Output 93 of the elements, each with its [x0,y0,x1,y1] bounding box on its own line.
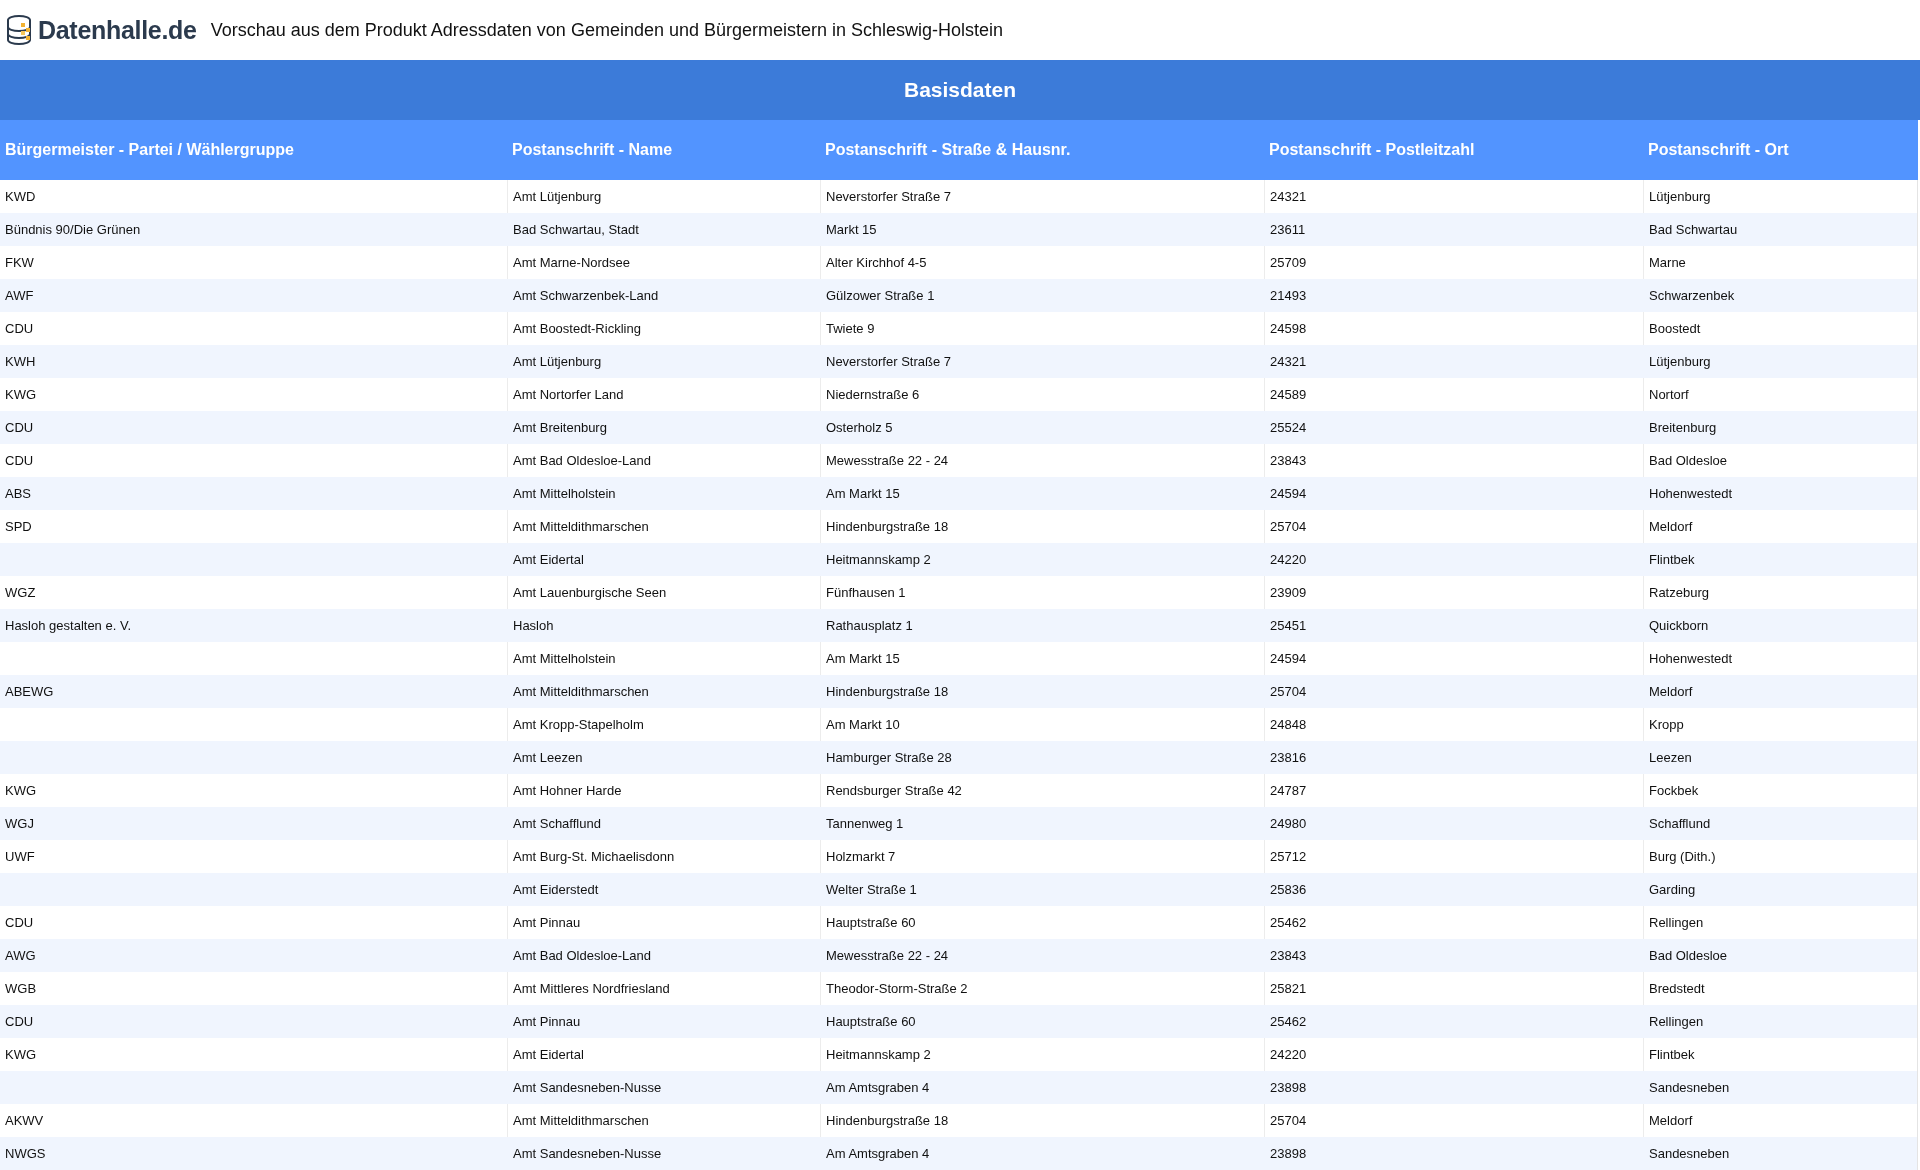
table-cell-text: AWF [4,287,35,305]
table-cell-text: 24220 [1269,551,1308,569]
table-cell-text: Mewesstraße 22 - 24 [825,947,950,965]
table-cell-text: CDU [4,419,35,437]
table-cell-text: 23898 [1269,1145,1308,1163]
table-cell-text: 25451 [1269,617,1308,635]
table-cell-text: Amt Pinnau [512,1013,582,1031]
table-cell-text: 25704 [1269,683,1308,701]
table-cell-text: Hamburger Straße 28 [825,749,953,767]
table-cell-text: Garding [1648,881,1697,899]
table-cell-text: Bündnis 90/Die Grünen [4,221,142,239]
table-cell-text: AKWV [4,1112,45,1130]
table-cell-text: ABS [4,485,32,503]
table-cell-text: Sandesneben [1648,1145,1731,1163]
table-cell-text: Neverstorfer Straße 7 [825,353,952,371]
table-cell-text: Sandesneben [1648,1079,1731,1097]
table-cell-text: 23843 [1269,947,1308,965]
table-cell-text: Hasloh [512,617,555,635]
table-cell-text: ABEWG [4,683,55,701]
column-header: Postanschrift - Straße & Hausnr. [824,140,1072,160]
table-cell-text: Rellingen [1648,1013,1705,1031]
logo-text[interactable]: Datenhalle.de [38,15,197,45]
table-cell-text: Welter Straße 1 [825,881,918,899]
table-cell-text: Meldorf [1648,683,1694,701]
table-cell-text: Am Amtsgraben 4 [825,1145,931,1163]
table-cell-text: Gülzower Straße 1 [825,287,936,305]
table-cell-text: 21493 [1269,287,1308,305]
table-cell-text: Amt Eidertal [512,551,585,569]
table-cell-text: Amt Lütjenburg [512,353,603,371]
table-cell-text: Amt Breitenburg [512,419,608,437]
table-cell-text: AWG [4,947,37,965]
table-cell-text: Amt Leezen [512,749,584,767]
table-cell-text: NWGS [4,1145,47,1163]
table-cell-text: 23816 [1269,749,1308,767]
page-title: Vorschau aus dem Produkt Adressdaten von Gemeinden und Bürgermeistern in Schleswig-Holstein [210,19,1004,41]
table-cell-text: Amt Schwarzenbek-Land [512,287,660,305]
table-cell-text: Amt Bad Oldesloe-Land [512,947,653,965]
table-cell-text: 24594 [1269,485,1308,503]
table-cell-text: 25462 [1269,1013,1308,1031]
column-header: Postanschrift - Postleitzahl [1268,140,1476,160]
table-cell-text: Hindenburgstraße 18 [825,683,950,701]
table-cell-text: Flintbek [1648,551,1696,569]
table-cell-text: Quickborn [1648,617,1710,635]
table-cell-text: Schafflund [1648,815,1712,833]
table-cell-text: Tannenweg 1 [825,815,905,833]
table-cell-text: KWG [4,1046,38,1064]
table-cell-text: 24321 [1269,353,1308,371]
table-cell-text: Bad Oldesloe [1648,947,1729,965]
table-cell-text: CDU [4,914,35,932]
table-cell-text: SPD [4,518,33,536]
table-cell-text: Am Amtsgraben 4 [825,1079,931,1097]
column-header: Postanschrift - Name [511,140,674,160]
table-cell-text: Rathausplatz 1 [825,617,914,635]
table-cell-text: KWG [4,386,38,404]
column-header: Postanschrift - Ort [1647,140,1790,160]
table-cell-text: Amt Eiderstedt [512,881,600,899]
group-header: Basisdaten [0,60,1920,120]
table-cell-text: KWH [4,353,37,371]
table-cell-text: Amt Sandesneben-Nusse [512,1145,663,1163]
table-cell-text: Hasloh gestalten e. V. [4,617,132,635]
table-cell-text: Lütjenburg [1648,353,1712,371]
table-cell-text: Am Markt 15 [825,485,901,503]
table-cell-text: Amt Schafflund [512,815,602,833]
table-cell-text: Osterholz 5 [825,419,894,437]
table-cell-text: FKW [4,254,35,272]
table-cell-text: WGJ [4,815,35,833]
table-cell-text: CDU [4,452,35,470]
table-cell-text: Hohenwestedt [1648,485,1734,503]
database-logo-icon [6,15,34,45]
table-cell-text: CDU [4,320,35,338]
table-cell-text: Bad Schwartau, Stadt [512,221,640,239]
table-cell-text: KWD [4,188,37,206]
table-cell-text: 23611 [1269,221,1307,239]
table-cell-text: Bad Schwartau [1648,221,1739,239]
table-cell-text: Amt Sandesneben-Nusse [512,1079,663,1097]
table-cell-text: 24980 [1269,815,1308,833]
table-cell-text: WGB [4,980,38,998]
table-cell-text: 25524 [1269,419,1308,437]
table-cell-text: WGZ [4,584,37,602]
table-cell-text: Markt 15 [825,221,878,239]
table-cell-text: UWF [4,848,36,866]
table-cell-text: CDU [4,1013,35,1031]
table-cell-text: Amt Mitteldithmarschen [512,683,650,701]
column-header: Bürgermeister - Partei / Wählergruppe [4,140,295,160]
table-cell-text: Breitenburg [1648,419,1718,437]
table-cell-text: 25836 [1269,881,1308,899]
table-cell-text: Heitmannskamp 2 [825,551,932,569]
table-cell-text: Amt Mittelholstein [512,485,617,503]
table-cell-text: KWG [4,782,38,800]
table-cell-text: Hauptstraße 60 [825,1013,917,1031]
table-cell-text: Schwarzenbek [1648,287,1736,305]
table-cell-text: Leezen [1648,749,1693,767]
table-cell-text: 23898 [1269,1079,1308,1097]
